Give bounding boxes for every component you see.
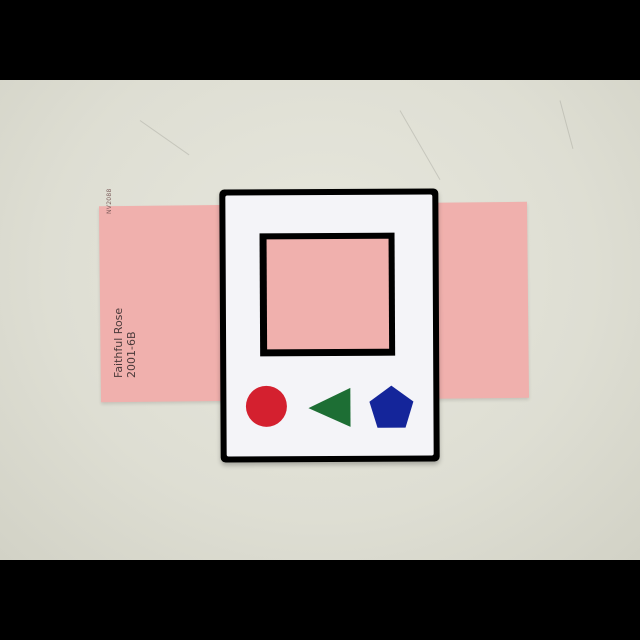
- green-triangle-icon: [306, 385, 352, 431]
- swatch-label: Faithful Rose 2001-6B: [112, 308, 138, 378]
- swatch-color-name: Faithful Rose: [112, 307, 125, 378]
- viewfinder-window: [259, 232, 396, 357]
- swatch-color-code: 2001-6B: [125, 331, 138, 378]
- swatch-small-code: NV2088: [106, 188, 113, 214]
- surface-scratch: [559, 100, 574, 149]
- surface-scratch: [139, 120, 190, 156]
- viewfinder-window-opening: [266, 238, 390, 350]
- viewfinder-card: [219, 188, 440, 463]
- surface-scratch: [399, 110, 441, 181]
- red-circle-icon: [244, 384, 288, 428]
- blue-pentagon-icon: [366, 383, 416, 433]
- viewfinder-paper: [225, 194, 434, 457]
- photo-background: NV2088 Faithful Rose 2001-6B: [0, 80, 640, 560]
